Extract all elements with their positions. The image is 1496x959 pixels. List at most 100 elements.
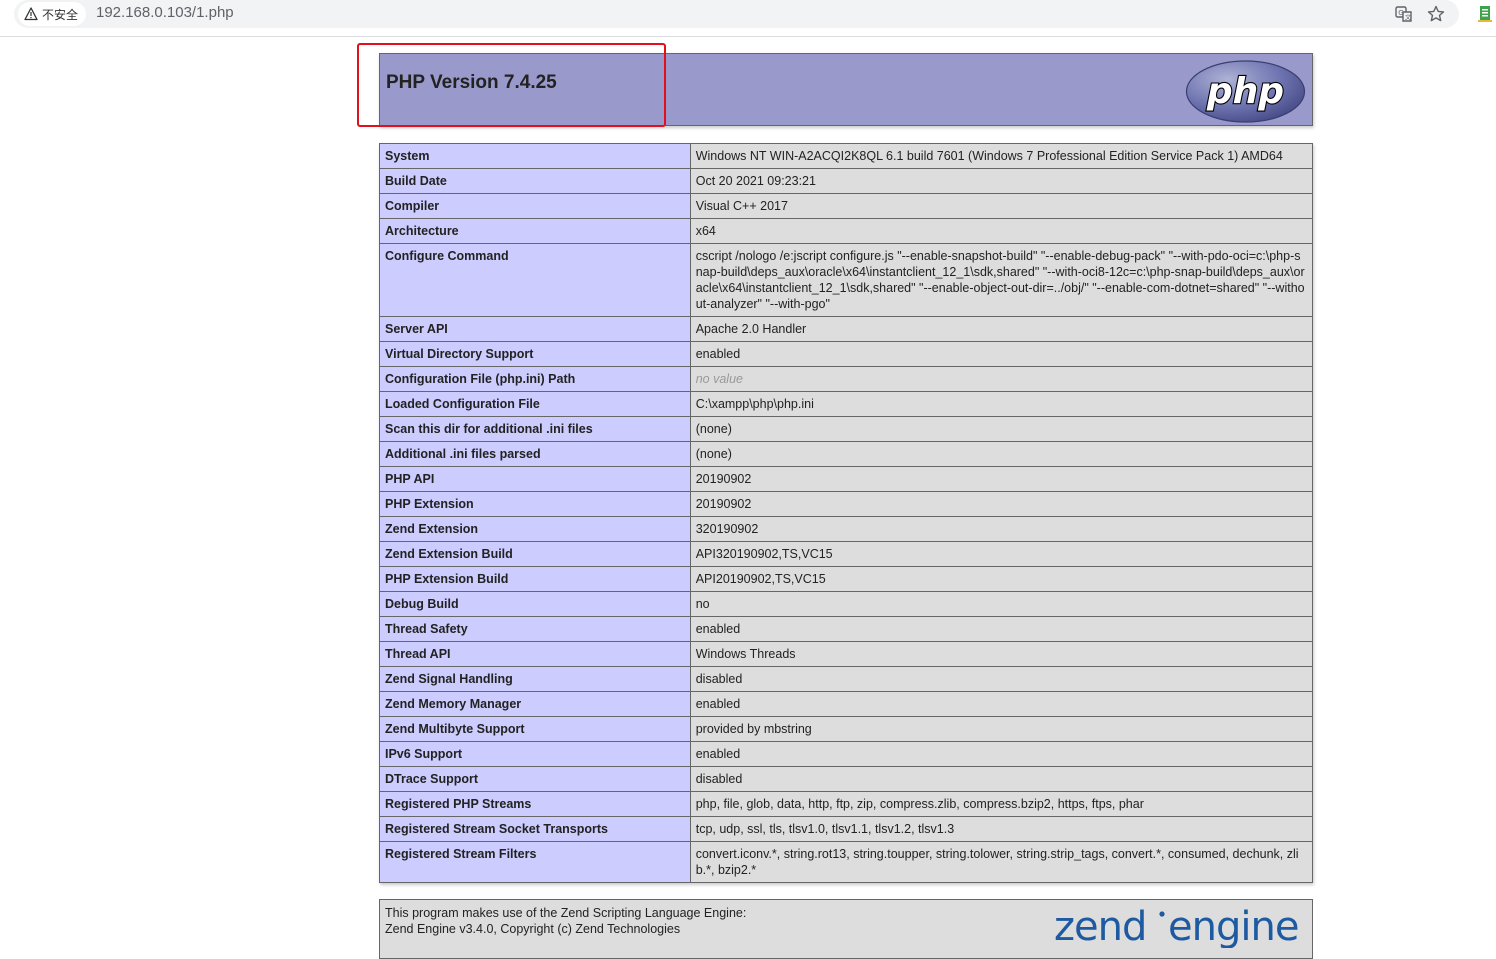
- info-row: Scan this dir for additional .ini files(…: [379, 416, 1314, 442]
- svg-text:engine: engine: [1168, 904, 1298, 948]
- extension-icon[interactable]: [1477, 5, 1493, 23]
- php-logo-icon[interactable]: php: [1185, 60, 1306, 123]
- info-key: Scan this dir for additional .ini files: [379, 416, 691, 442]
- info-key: Zend Signal Handling: [379, 666, 691, 692]
- info-row: PHP Extension 20190902: [379, 491, 1314, 517]
- info-table-wrap: System Windows NT WIN-A2ACQI2K8QL 6.1 bui…: [379, 143, 1314, 883]
- omnibox[interactable]: 不安全 192.168.0.103/1.php G 文: [14, 0, 1459, 28]
- info-value: enabled: [689, 741, 1314, 767]
- info-value: enabled: [689, 691, 1314, 717]
- translate-icon[interactable]: G 文: [1394, 4, 1414, 24]
- info-key: PHP Extension Build: [379, 566, 691, 592]
- info-value: convert.iconv.*, string.rot13, string.to…: [689, 841, 1314, 883]
- info-key: Debug Build: [379, 591, 691, 617]
- url-text[interactable]: 192.168.0.103/1.php: [96, 4, 234, 21]
- no-value-text: no value: [695, 372, 743, 386]
- info-value: tcp, udp, ssl, tls, tlsv1.0, tlsv1.1, tl…: [689, 816, 1314, 842]
- info-key: DTrace Support: [379, 766, 691, 792]
- info-row: Additional .ini files parsed (none): [379, 441, 1314, 467]
- info-row: Zend Multibyte Support provided by mbstri…: [379, 716, 1314, 742]
- info-key: PHP API: [379, 466, 691, 492]
- info-value: enabled: [689, 341, 1314, 367]
- info-key: Registered Stream Filters: [379, 841, 691, 883]
- info-value: no: [689, 591, 1314, 617]
- info-row: Registered Stream Socket Transports tcp, …: [379, 816, 1314, 842]
- info-row: Zend Memory Manager enabled: [379, 691, 1314, 717]
- info-value: enabled: [689, 616, 1314, 642]
- svg-text:G: G: [1398, 9, 1403, 17]
- info-value: disabled: [689, 766, 1314, 792]
- info-key: System: [379, 143, 691, 169]
- info-key: Registered PHP Streams: [379, 791, 691, 817]
- info-row: Virtual Directory Support enabled: [379, 341, 1314, 367]
- phpinfo-table: System Windows NT WIN-A2ACQI2K8QL 6.1 bui…: [379, 143, 1314, 883]
- info-key: Zend Multibyte Support: [379, 716, 691, 742]
- info-row: Loaded Configuration File C:\xampp\php\ph…: [379, 391, 1314, 417]
- info-row: PHP Extension Build API20190902,TS,VC15: [379, 566, 1314, 592]
- security-chip[interactable]: 不安全: [18, 2, 87, 26]
- info-value: cscript /nologo /e:jscript configure.js …: [689, 243, 1314, 317]
- info-row: IPv6 Support enabled: [379, 741, 1314, 767]
- info-row: Zend Extension Build API320190902,TS,VC15: [379, 541, 1314, 567]
- info-value: C:\xampp\php\php.ini: [689, 391, 1314, 417]
- info-row: System Windows NT WIN-A2ACQI2K8QL 6.1 bui…: [379, 143, 1314, 169]
- info-value: no value: [689, 366, 1314, 392]
- info-row: Thread Safety enabled: [379, 616, 1314, 642]
- security-label: 不安全: [42, 7, 79, 22]
- info-value: Windows Threads: [689, 641, 1314, 667]
- info-value: Apache 2.0 Handler: [689, 316, 1314, 342]
- info-value: Windows NT WIN-A2ACQI2K8QL 6.1 build 760…: [689, 143, 1314, 169]
- info-row: Server API Apache 2.0 Handler: [379, 316, 1314, 342]
- info-key: Server API: [379, 316, 691, 342]
- info-value: 320190902: [689, 516, 1314, 542]
- info-key: Zend Extension Build: [379, 541, 691, 567]
- info-row: Thread API Windows Threads: [379, 641, 1314, 667]
- info-row: PHP API 20190902: [379, 466, 1314, 492]
- info-key: Build Date: [379, 168, 691, 194]
- info-key: Configuration File (php.ini) Path: [379, 366, 691, 392]
- info-key: Loaded Configuration File: [379, 391, 691, 417]
- info-row: Debug Build no: [379, 591, 1314, 617]
- info-row: Zend Signal Handling disabled: [379, 666, 1314, 692]
- info-key: PHP Extension: [379, 491, 691, 517]
- info-row: Configuration File (php.ini) Path no valu…: [379, 366, 1314, 392]
- info-row: Build Date Oct 20 2021 09:23:21: [379, 168, 1314, 194]
- info-key: Virtual Directory Support: [379, 341, 691, 367]
- info-value: API320190902,TS,VC15: [689, 541, 1314, 567]
- info-key: Architecture: [379, 218, 691, 244]
- info-row: Configure Command cscript /nologo /e:jscr…: [379, 243, 1314, 317]
- info-row: DTrace Support disabled: [379, 766, 1314, 792]
- warning-icon: [24, 7, 38, 21]
- info-key: Zend Extension: [379, 516, 691, 542]
- info-value: provided by mbstring: [689, 716, 1314, 742]
- phpinfo-header: PHP Version 7.4.25 php: [379, 53, 1313, 126]
- info-value: 20190902: [689, 466, 1314, 492]
- browser-address-bar: 不安全 192.168.0.103/1.php G 文: [0, 0, 1496, 37]
- info-row: Architecture x64: [379, 218, 1314, 244]
- bookmark-star-icon[interactable]: [1426, 4, 1446, 24]
- phpinfo-header-wrap: PHP Version 7.4.25 php: [379, 53, 1313, 126]
- php-version-title: PHP Version 7.4.25: [386, 72, 557, 93]
- info-key: Additional .ini files parsed: [379, 441, 691, 467]
- zend-engine-logo-icon[interactable]: zend engine: [1054, 904, 1308, 948]
- info-value: API20190902,TS,VC15: [689, 566, 1314, 592]
- svg-text:php: php: [1206, 71, 1284, 112]
- info-value: 20190902: [689, 491, 1314, 517]
- info-row: Registered Stream Filters convert.iconv.*…: [379, 841, 1314, 883]
- zend-line-2: Zend Engine v3.4.0, Copyright (c) Zend T…: [385, 922, 681, 936]
- zend-line-1: This program makes use of the Zend Scrip…: [385, 906, 747, 920]
- info-value: php, file, glob, data, http, ftp, zip, c…: [689, 791, 1314, 817]
- zend-engine-box: This program makes use of the Zend Scrip…: [379, 899, 1313, 959]
- info-value: Oct 20 2021 09:23:21: [689, 168, 1314, 194]
- info-value: Visual C++ 2017: [689, 193, 1314, 219]
- info-value: x64: [689, 218, 1314, 244]
- info-key: IPv6 Support: [379, 741, 691, 767]
- svg-text:文: 文: [1405, 14, 1411, 22]
- info-key: Compiler: [379, 193, 691, 219]
- info-key: Configure Command: [379, 243, 691, 317]
- info-row: Registered PHP Streams php, file, glob, d…: [379, 791, 1314, 817]
- info-value: disabled: [689, 666, 1314, 692]
- info-key: Thread Safety: [379, 616, 691, 642]
- info-key: Registered Stream Socket Transports: [379, 816, 691, 842]
- info-value: (none): [689, 441, 1314, 467]
